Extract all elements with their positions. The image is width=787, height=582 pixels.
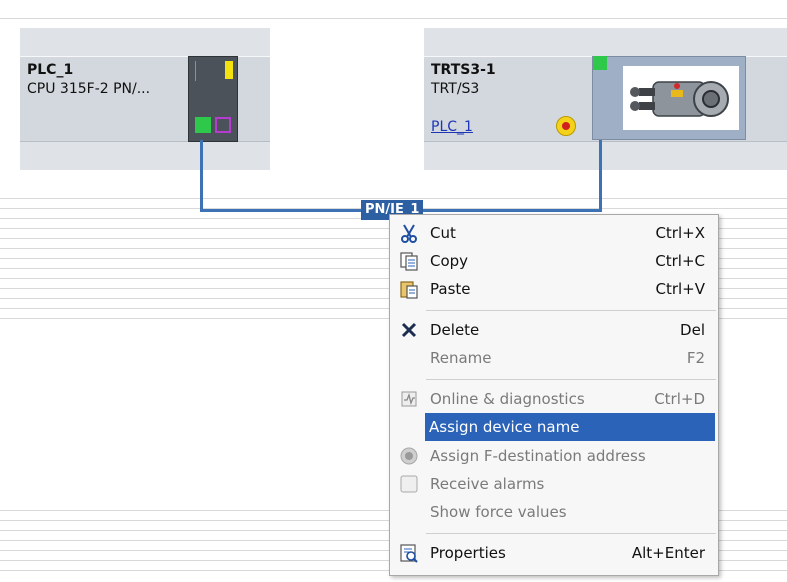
plc-cpu-module[interactable] bbox=[188, 56, 238, 142]
plc-port-profibus[interactable] bbox=[215, 117, 231, 133]
menu-item-paste[interactable]: Paste Ctrl+V bbox=[391, 275, 717, 303]
copy-icon bbox=[399, 251, 419, 271]
plc-device[interactable]: PLC_1 CPU 315F-2 PN/... bbox=[20, 28, 270, 170]
menu-separator bbox=[426, 310, 716, 311]
plc-device-type: CPU 315F-2 PN/... bbox=[27, 81, 151, 97]
plc-device-name: PLC_1 bbox=[27, 62, 74, 78]
menu-item-delete[interactable]: Delete Del bbox=[391, 316, 717, 344]
menu-item-receive-alarms[interactable]: Receive alarms bbox=[391, 470, 717, 498]
delete-x-icon bbox=[399, 320, 419, 340]
network-view[interactable]: PLC_1 CPU 315F-2 PN/... TRTS3-1 TRT/S3 P… bbox=[0, 0, 787, 582]
menu-item-cut[interactable]: Cut Ctrl+X bbox=[391, 219, 717, 247]
module-slot-line bbox=[195, 61, 196, 81]
trts-module[interactable] bbox=[592, 56, 746, 140]
menu-item-rename[interactable]: Rename F2 bbox=[391, 344, 717, 372]
checkbox-icon bbox=[399, 474, 419, 494]
trts-port-green[interactable] bbox=[593, 56, 607, 70]
menu-item-online-diagnostics[interactable]: Online & diagnostics Ctrl+D bbox=[391, 385, 717, 413]
menu-separator bbox=[426, 533, 716, 534]
f-address-icon bbox=[399, 446, 419, 466]
diagnostics-icon bbox=[399, 389, 419, 409]
menu-item-properties[interactable]: Properties Alt+Enter bbox=[391, 539, 717, 567]
menu-item-show-force-values[interactable]: Show force values bbox=[391, 498, 717, 526]
network-line-plc[interactable] bbox=[200, 140, 203, 212]
divider bbox=[0, 18, 787, 19]
network-line-trts[interactable] bbox=[599, 140, 602, 212]
trts-device[interactable]: TRTS3-1 TRT/S3 PLC_1 bbox=[424, 28, 787, 170]
trts-assigned-controller-link[interactable]: PLC_1 bbox=[431, 119, 473, 135]
menu-item-assign-f-destination-address[interactable]: Assign F-destination address bbox=[391, 442, 717, 470]
scissors-icon bbox=[399, 223, 419, 243]
trts-device-type: TRT/S3 bbox=[431, 81, 480, 97]
encoder-image-icon bbox=[623, 66, 739, 130]
plc-status-led bbox=[225, 61, 233, 79]
properties-icon bbox=[399, 543, 419, 563]
paste-icon bbox=[399, 279, 419, 299]
f-address-indicator-icon bbox=[556, 116, 576, 136]
menu-item-copy[interactable]: Copy Ctrl+C bbox=[391, 247, 717, 275]
trts-device-name: TRTS3-1 bbox=[431, 62, 496, 78]
menu-separator bbox=[426, 379, 716, 380]
context-menu[interactable]: Cut Ctrl+X Copy Ctrl+C Paste Ctrl+V Dele… bbox=[389, 214, 719, 576]
plc-port-green[interactable] bbox=[195, 117, 211, 133]
menu-item-assign-device-name[interactable]: Assign device name bbox=[425, 413, 715, 441]
